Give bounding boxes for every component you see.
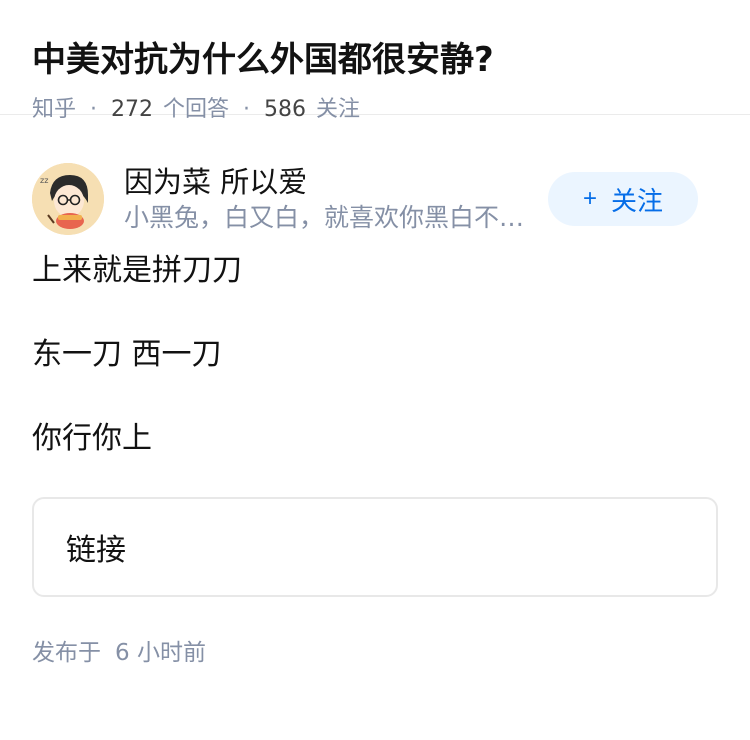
follower-count: 586 bbox=[264, 97, 307, 122]
author-bio: 小黑兔，白又白，就喜欢你黑白不分明 bbox=[124, 203, 534, 232]
publish-label: 发布于 bbox=[32, 640, 101, 666]
separator-dot: · bbox=[243, 97, 251, 122]
separator-dot: · bbox=[90, 97, 98, 122]
answer-content: 上来就是拼刀刀 东一刀 西一刀 你行你上 bbox=[32, 251, 718, 459]
avatar[interactable]: zz bbox=[32, 163, 104, 235]
question-title[interactable]: 中美对抗为什么外国都很安静? bbox=[32, 36, 718, 84]
publish-info: 发布于 6 小时前 bbox=[32, 633, 718, 667]
author-name[interactable]: 因为菜 所以爱 bbox=[124, 163, 548, 201]
link-card[interactable]: 链接 bbox=[32, 497, 718, 597]
question-meta: 知乎 · 272 个回答 · 586 关注 bbox=[32, 94, 718, 126]
follower-count-label: 关注 bbox=[316, 97, 361, 122]
author-row: zz 因为菜 所以爱 小黑兔，白又白，就喜欢你黑白不分明 + 关注 bbox=[32, 149, 718, 249]
source-label[interactable]: 知乎 bbox=[32, 97, 76, 122]
link-label: 链接 bbox=[66, 533, 126, 568]
answer-paragraph: 上来就是拼刀刀 bbox=[32, 253, 242, 288]
follow-button[interactable]: + 关注 bbox=[548, 172, 698, 226]
answer-paragraph: 你行你上 bbox=[32, 421, 152, 456]
answer-count-label: 个回答 bbox=[163, 97, 230, 122]
answer-card: zz 因为菜 所以爱 小黑兔，白又白，就喜欢你黑白不分明 + 关注 上来就是拼刀… bbox=[0, 149, 750, 667]
author-info: 因为菜 所以爱 小黑兔，白又白，就喜欢你黑白不分明 bbox=[124, 163, 548, 235]
answer-count: 272 bbox=[111, 97, 154, 122]
svg-text:zz: zz bbox=[40, 176, 48, 185]
publish-time: 6 小时前 bbox=[115, 640, 206, 666]
follow-label: 关注 bbox=[611, 185, 664, 216]
question-header: 中美对抗为什么外国都很安静? 知乎 · 272 个回答 · 586 关注 bbox=[0, 0, 750, 122]
answer-paragraph: 东一刀 西一刀 bbox=[32, 337, 222, 372]
avatar-illustration: zz bbox=[32, 163, 104, 235]
plus-icon: + bbox=[582, 185, 597, 212]
